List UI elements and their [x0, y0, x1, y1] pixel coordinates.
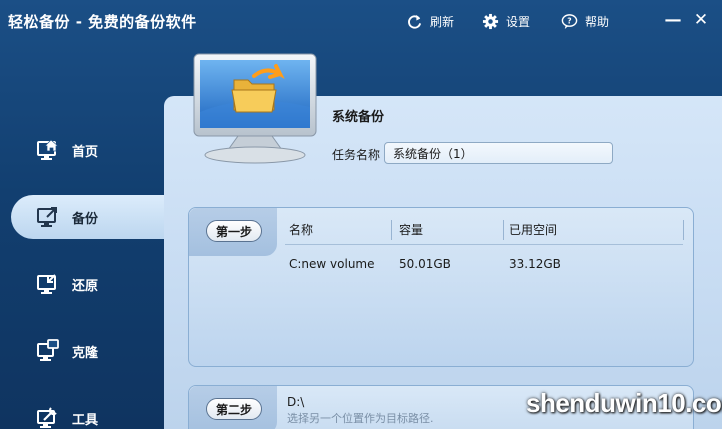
column-header-name[interactable]: 名称 — [289, 216, 313, 244]
disk-name: C:new volume — [289, 257, 375, 271]
help-bubble-icon: ? — [561, 13, 578, 29]
sidebar-item-restore[interactable]: 还原 — [0, 262, 164, 306]
destination-hint: 选择另一个位置作为目标路径. — [287, 412, 434, 425]
sidebar-item-label: 还原 — [72, 278, 99, 294]
column-header-used[interactable]: 已用空间 — [509, 216, 557, 244]
close-button[interactable]: ✕ — [692, 10, 710, 30]
disk-used-space: 33.12GB — [509, 257, 561, 271]
home-monitor-icon — [37, 139, 59, 160]
step2-button[interactable]: 第二步 — [206, 398, 262, 420]
watermark-text: shenduwin10.com — [526, 388, 722, 418]
refresh-label: 刷新 — [430, 14, 455, 29]
column-divider — [391, 220, 392, 240]
refresh-icon — [408, 14, 422, 29]
sidebar-item-home[interactable]: 首页 — [0, 128, 164, 172]
title-bar: 轻松备份 - 免费的备份软件 刷新 设置 ? 帮助 — ✕ — [0, 0, 722, 44]
sidebar-item-tools[interactable]: 工具 — [0, 396, 164, 429]
destination-path[interactable]: D:\ — [287, 395, 304, 409]
sidebar-item-backup[interactable]: 备份 — [11, 195, 164, 239]
step1-panel: 第一步 名称 容量 已用空间 C:new volume 50.01GB 33.1… — [188, 207, 694, 367]
settings-button[interactable]: 设置 — [482, 11, 530, 31]
task-name-label: 任务名称 — [332, 148, 381, 162]
step1-button[interactable]: 第一步 — [206, 220, 262, 242]
column-divider — [503, 220, 504, 240]
backup-monitor-icon — [37, 207, 57, 227]
source-disk-table: 名称 容量 已用空间 C:new volume 50.01GB 33.12GB — [285, 216, 689, 364]
step1-tab: 第一步 — [189, 208, 277, 256]
system-backup-monitor-icon — [193, 53, 317, 164]
disk-capacity: 50.01GB — [399, 257, 451, 271]
svg-text:?: ? — [567, 16, 571, 25]
section-title: 系统备份 — [332, 110, 385, 125]
clone-monitor-icon — [37, 339, 59, 361]
sidebar-item-label: 工具 — [72, 412, 99, 428]
task-name-field[interactable] — [384, 142, 613, 164]
sidebar-item-label: 备份 — [72, 211, 99, 227]
tools-icon — [37, 407, 57, 428]
header-divider — [285, 244, 683, 245]
settings-label: 设置 — [506, 14, 531, 29]
step2-tab: 第二步 — [189, 386, 277, 429]
column-header-capacity[interactable]: 容量 — [399, 216, 423, 244]
minimize-button[interactable]: — — [664, 10, 682, 30]
restore-monitor-icon — [37, 274, 56, 294]
help-label: 帮助 — [585, 14, 610, 29]
sidebar: 首页 备份 还原 克隆 工具 — [0, 96, 164, 429]
sidebar-item-clone[interactable]: 克隆 — [0, 329, 164, 373]
help-button[interactable]: ? 帮助 — [561, 11, 609, 31]
column-divider — [683, 220, 684, 240]
sidebar-item-label: 首页 — [72, 144, 99, 160]
gear-icon — [482, 13, 499, 29]
app-title: 轻松备份 - 免费的备份软件 — [8, 13, 197, 31]
table-row[interactable]: C:new volume 50.01GB 33.12GB — [285, 254, 683, 274]
refresh-button[interactable]: 刷新 — [406, 11, 454, 31]
sidebar-item-label: 克隆 — [72, 345, 99, 361]
